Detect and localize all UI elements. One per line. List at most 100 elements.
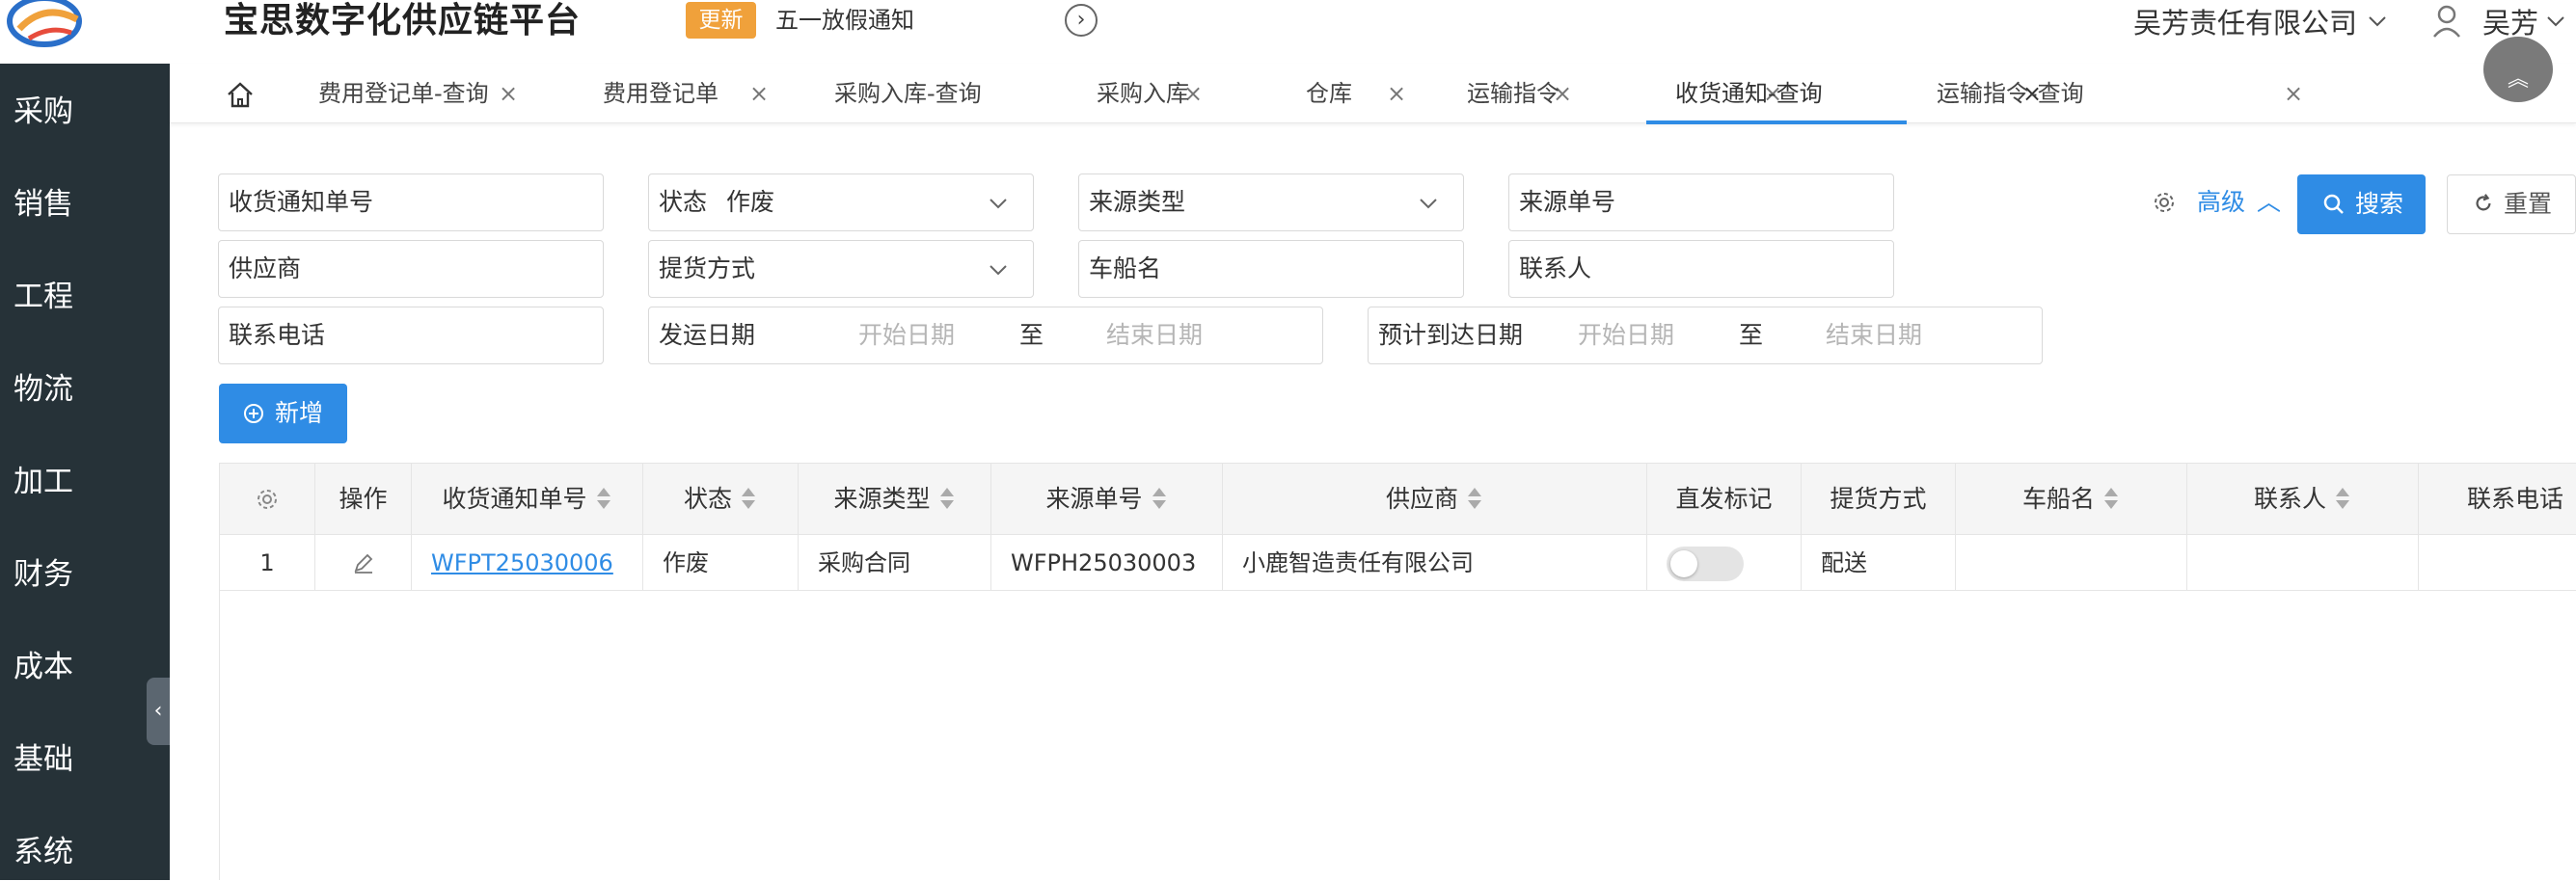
vessel-field[interactable]: 车船名 xyxy=(1078,240,1464,298)
tab-expense[interactable]: 费用登记单 × xyxy=(603,64,769,123)
user-icon[interactable] xyxy=(2431,4,2462,39)
phone-field[interactable]: 联系电话 xyxy=(218,307,604,364)
sort-icon xyxy=(596,488,610,509)
sidebar-collapse-button[interactable]: ‹ xyxy=(147,678,170,745)
chevron-down-icon xyxy=(990,265,1007,276)
data-table: 操作 收货通知单号 状态 来源类型 来源单号 供应商 直发标记 提货方式 车船名… xyxy=(219,463,2576,880)
close-icon[interactable]: × xyxy=(749,64,769,123)
logo-icon xyxy=(7,0,82,47)
chevron-right-icon[interactable]: › xyxy=(1065,4,1098,37)
supplier-placeholder: 供应商 xyxy=(229,254,302,282)
tab-receipt-notice-query[interactable]: 收货通知-查询 xyxy=(1675,64,1878,123)
ship-date-end[interactable]: 结束日期 xyxy=(1106,307,1203,363)
sidebar-item-sales[interactable]: 销售 xyxy=(14,175,158,233)
chevron-down-icon[interactable] xyxy=(2546,12,2565,31)
tab-purchase-inbound-query[interactable]: 采购入库-查询 xyxy=(834,64,1027,123)
direct-toggle[interactable] xyxy=(1667,547,1744,581)
ship-date-start[interactable]: 开始日期 xyxy=(858,307,955,363)
source-type-placeholder: 来源类型 xyxy=(1089,188,1186,216)
collapse-up-icon[interactable]: ︽ xyxy=(2483,37,2553,102)
reset-button[interactable]: 重置 xyxy=(2447,174,2576,234)
sidebar-item-engineering[interactable]: 工程 xyxy=(14,268,158,326)
home-icon[interactable] xyxy=(226,81,255,108)
update-badge[interactable]: 更新 xyxy=(686,2,756,39)
sidebar-item-processing[interactable]: 加工 xyxy=(14,453,158,511)
sidebar-item-basic[interactable]: 基础 xyxy=(14,731,158,788)
sidebar-item-logistics[interactable]: 物流 xyxy=(14,360,158,418)
notice-text[interactable]: 五一放假通知 xyxy=(775,0,914,40)
pickup-cell: 配送 xyxy=(1802,535,1956,591)
status-cell: 作废 xyxy=(643,535,799,591)
close-icon[interactable]: × xyxy=(499,64,518,123)
source-type-select[interactable]: 来源类型 xyxy=(1078,174,1464,231)
th-supplier[interactable]: 供应商 xyxy=(1223,464,1647,535)
close-icon[interactable]: × xyxy=(2284,64,2307,123)
sidebar-item-cost[interactable]: 成本 xyxy=(14,638,158,696)
chevron-down-icon xyxy=(990,199,1007,209)
add-button[interactable]: 新增 xyxy=(219,384,347,443)
th-status[interactable]: 状态 xyxy=(643,464,799,535)
tab-label: 仓库 xyxy=(1306,80,1352,107)
tab-transport-order-query[interactable]: 运输指令-查询 xyxy=(1937,64,2149,123)
gear-icon[interactable] xyxy=(2153,191,2176,214)
active-tab-indicator xyxy=(1646,120,1907,124)
column-settings[interactable] xyxy=(220,464,315,535)
contact-field[interactable]: 联系人 xyxy=(1508,240,1894,298)
chevron-up-icon: ︿ xyxy=(2256,188,2281,216)
th-vessel[interactable]: 车船名 xyxy=(1956,464,2187,535)
tab-purchase-inbound[interactable]: 采购入库 xyxy=(1097,64,1241,123)
ship-date-range[interactable]: 发运日期 开始日期 至 结束日期 xyxy=(648,307,1323,364)
eta-start[interactable]: 开始日期 xyxy=(1578,307,1674,363)
chevron-down-icon[interactable] xyxy=(2368,12,2387,31)
eta-date-range[interactable]: 预计到达日期 开始日期 至 结束日期 xyxy=(1368,307,2043,364)
advanced-toggle[interactable]: 高级 ︿ xyxy=(2197,183,2281,222)
edit-icon[interactable] xyxy=(352,551,375,574)
source-no-field[interactable]: 来源单号 xyxy=(1508,174,1894,231)
search-button[interactable]: 搜索 xyxy=(2297,174,2426,234)
eta-end[interactable]: 结束日期 xyxy=(1826,307,1922,363)
reset-label: 重置 xyxy=(2504,190,2553,218)
sidebar-item-purchase[interactable]: 采购 xyxy=(14,83,158,141)
pickup-method-placeholder: 提货方式 xyxy=(659,254,756,282)
toggle-knob xyxy=(1670,550,1697,577)
phone-placeholder: 联系电话 xyxy=(229,321,326,349)
th-source-type[interactable]: 来源类型 xyxy=(799,464,991,535)
top-header: 宝思数字化供应链平台 更新 五一放假通知 › 吴芳责任有限公司 吴芳 xyxy=(0,0,2576,64)
th-pickup: 提货方式 xyxy=(1802,464,1956,535)
company-selector[interactable]: 吴芳责任有限公司 xyxy=(2133,2,2357,44)
eta-label: 预计到达日期 xyxy=(1378,321,1524,349)
notice-no-cell[interactable]: WFPT25030006 xyxy=(412,535,643,591)
supplier-cell: 小鹿智造责任有限公司 xyxy=(1223,535,1647,591)
search-label: 搜索 xyxy=(2355,190,2404,218)
th-contact[interactable]: 联系人 xyxy=(2187,464,2419,535)
tab-transport-order[interactable]: 运输指令 xyxy=(1467,64,1592,123)
close-icon[interactable]: × xyxy=(1387,64,1410,123)
tab-warehouse[interactable]: 仓库 xyxy=(1306,64,1383,123)
sort-icon xyxy=(2104,488,2118,509)
search-icon xyxy=(2323,194,2344,214)
refresh-icon xyxy=(2476,194,2491,211)
table-row[interactable]: 1 WFPT25030006 作废 采购合同 WFPH25030003 小鹿智造… xyxy=(220,535,2576,591)
supplier-field[interactable]: 供应商 xyxy=(218,240,604,298)
th-actions: 操作 xyxy=(315,464,412,535)
notice-no-field[interactable]: 收货通知单号 xyxy=(218,174,604,231)
sidebar-item-finance[interactable]: 财务 xyxy=(14,546,158,603)
notice-no-link[interactable]: WFPT25030006 xyxy=(431,549,613,576)
th-phone: 联系电话 xyxy=(2467,485,2564,513)
eta-separator: 至 xyxy=(1739,321,1764,349)
gear-icon[interactable] xyxy=(256,488,279,511)
app-title: 宝思数字化供应链平台 xyxy=(224,1,582,40)
advanced-label: 高级 xyxy=(2197,188,2246,216)
tab-label: 收货通知-查询 xyxy=(1675,80,1823,107)
sidebar-item-system[interactable]: 系统 xyxy=(14,823,158,881)
th-source-no[interactable]: 来源单号 xyxy=(991,464,1223,535)
sort-icon xyxy=(939,488,954,509)
tab-expense-query[interactable]: 费用登记单-查询 × xyxy=(318,64,526,123)
th-notice-no[interactable]: 收货通知单号 xyxy=(412,464,643,535)
tab-label: 采购入库 xyxy=(1097,80,1189,107)
direct-cell xyxy=(1647,535,1802,591)
status-select[interactable]: 状态 作废 xyxy=(648,174,1034,231)
pickup-method-select[interactable]: 提货方式 xyxy=(648,240,1034,298)
sidebar: 采购 销售 工程 物流 加工 财务 成本 基础 系统 ‹ xyxy=(0,64,170,880)
table-header: 操作 收货通知单号 状态 来源类型 来源单号 供应商 直发标记 提货方式 车船名… xyxy=(220,464,2576,535)
